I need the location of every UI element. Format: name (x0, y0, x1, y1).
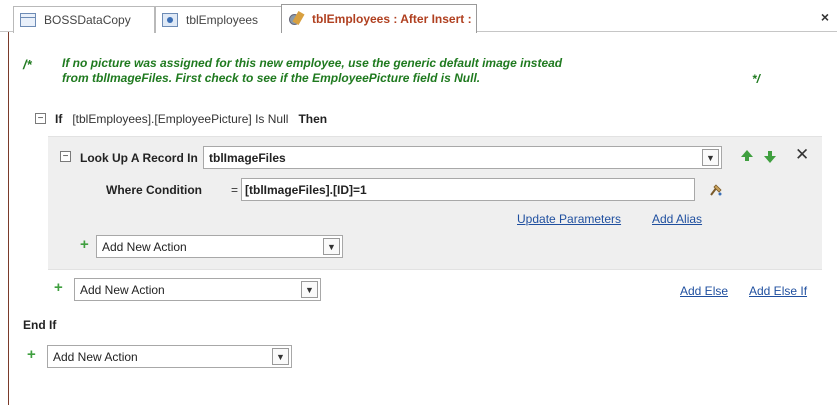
tab-label: tblEmployees (186, 13, 259, 27)
tab-tblemployees[interactable]: tblEmployees (155, 6, 283, 33)
root-add-new-action-label: Add New Action (53, 349, 138, 364)
if-condition[interactable]: [tblEmployees].[EmployeePicture] Is Null (72, 112, 288, 126)
lookup-label: Look Up A Record In (80, 151, 198, 165)
where-condition-input[interactable]: [tblImageFiles].[ID]=1 (241, 178, 695, 201)
lookup-collapse-icon[interactable]: − (60, 151, 71, 162)
if-condition-row: If [tblEmployees].[EmployeePicture] Is N… (55, 112, 327, 126)
chevron-down-icon[interactable]: ▼ (323, 238, 340, 255)
add-action-plus-icon: + (27, 346, 36, 363)
comment-line-1: If no picture was assigned for this new … (62, 56, 563, 70)
add-action-plus-icon: + (80, 236, 89, 253)
if-add-new-action-select[interactable]: Add New Action ▼ (74, 278, 321, 301)
tab-bossdatacopy[interactable]: BOSSDataCopy (13, 6, 155, 33)
expression-builder-icon[interactable] (709, 183, 723, 197)
then-keyword: Then (298, 112, 328, 126)
left-border-rule (8, 32, 9, 405)
document-tab-bar: BOSSDataCopy tblEmployees tblEmployees :… (0, 0, 837, 33)
inner-add-new-action-select[interactable]: Add New Action ▼ (96, 235, 343, 258)
form-icon (162, 13, 178, 27)
chevron-down-icon[interactable]: ▼ (272, 348, 289, 365)
add-action-plus-icon: + (54, 279, 63, 296)
delete-action-icon[interactable]: ✕ (795, 145, 809, 165)
chevron-down-icon[interactable]: ▼ (702, 149, 719, 166)
comment-open-marker: /* (23, 57, 32, 72)
comment-close-marker: */ (752, 72, 761, 86)
table-icon (20, 13, 36, 27)
where-equals-sign: = (231, 183, 239, 197)
lookup-table-value: tblImageFiles (209, 150, 286, 165)
tab-label: BOSSDataCopy (44, 13, 131, 27)
end-if-keyword: End If (23, 318, 57, 332)
chevron-down-icon[interactable]: ▼ (301, 281, 318, 298)
move-up-icon[interactable] (741, 150, 753, 161)
comment-line-2: from tblImageFiles. First check to see i… (62, 71, 481, 85)
add-else-link[interactable]: Add Else (680, 284, 728, 298)
inner-add-new-action-label: Add New Action (102, 239, 187, 254)
tab-label: tblEmployees : After Insert : (312, 12, 472, 26)
close-icon[interactable]: × (821, 9, 829, 25)
root-add-new-action-select[interactable]: Add New Action ▼ (47, 345, 292, 368)
add-alias-link[interactable]: Add Alias (652, 212, 702, 226)
if-add-new-action-label: Add New Action (80, 282, 165, 297)
move-down-icon[interactable] (764, 151, 776, 163)
if-collapse-icon[interactable]: − (35, 113, 46, 124)
where-condition-label: Where Condition (106, 183, 202, 197)
update-parameters-link[interactable]: Update Parameters (517, 212, 621, 226)
tab-after-insert-macro[interactable]: tblEmployees : After Insert : (281, 4, 477, 33)
where-condition-value: [tblImageFiles].[ID]=1 (245, 182, 367, 197)
if-keyword: If (55, 112, 63, 126)
lookup-table-select[interactable]: tblImageFiles ▼ (203, 146, 722, 169)
comment-block: If no picture was assigned for this new … (62, 56, 762, 86)
macro-icon (288, 12, 304, 26)
add-else-if-link[interactable]: Add Else If (749, 284, 807, 298)
